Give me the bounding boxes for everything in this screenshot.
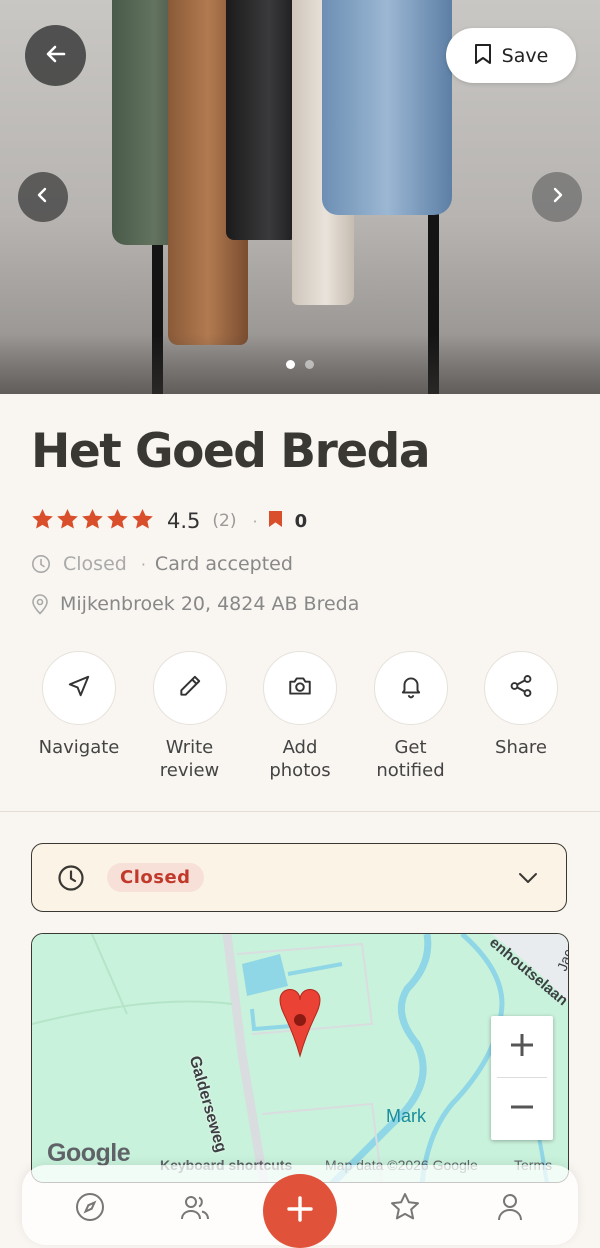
map-view[interactable]: Galderseweg enhoutselaan Jac Mark Google… [31,933,569,1183]
separator-dot: · [252,511,258,531]
add-button[interactable] [263,1174,337,1248]
chevron-right-icon [549,186,565,208]
write-review-button[interactable] [152,651,227,725]
navigate-button[interactable] [42,651,116,725]
minus-icon [509,1094,535,1124]
review-count[interactable]: (2) [212,511,236,531]
star-icon [131,508,154,534]
get-notified-button[interactable] [373,651,448,725]
star-icon [106,508,129,534]
water-label-mark: Mark [386,1106,426,1126]
opening-hours-card[interactable]: Closed [31,843,567,912]
previous-photo-button[interactable] [18,172,68,222]
save-button[interactable]: Save [446,28,576,83]
star-icon [56,508,79,534]
write-review-label: Write review [159,737,220,781]
clock-icon [57,864,85,892]
zoom-controls [491,1016,553,1140]
share-icon [508,673,534,703]
chevron-down-icon[interactable] [518,872,538,884]
zoom-out-button[interactable] [491,1078,553,1140]
section-divider [0,811,600,812]
navigate-arrow-icon [66,673,92,703]
get-notified-action[interactable]: Get notified [356,651,466,782]
star-icon [81,508,104,534]
bottom-navigation [22,1165,578,1248]
pagination-dot-active[interactable] [286,360,295,369]
open-status: Closed [63,553,127,575]
rating-stars [31,508,154,534]
rating-value: 4.5 [167,509,201,533]
location-pin-icon [31,593,49,615]
back-button[interactable] [25,25,86,86]
add-photos-action[interactable]: Add photos [245,651,355,782]
write-review-action[interactable]: Write review [135,651,245,782]
clock-icon [31,554,51,574]
camera-icon [287,673,313,703]
plus-icon [285,1194,315,1228]
saved-count: 0 [294,510,308,532]
share-label: Share [495,737,547,758]
share-button[interactable] [484,651,558,725]
add-photos-label: Add photos [269,737,331,781]
garment-denim-jacket [322,0,452,215]
rating-row: 4.5 (2) · 0 [31,506,307,536]
navigate-label: Navigate [38,737,120,758]
arrow-left-icon [44,42,68,70]
hero-photo[interactable]: Save [0,0,600,394]
payment-info: Card accepted [154,553,293,575]
nav-community[interactable] [178,1192,212,1226]
plus-icon [509,1032,535,1062]
place-title: Het Goed Breda [31,424,431,479]
zoom-divider [497,1077,547,1078]
status-row: Closed · Card accepted [31,553,293,575]
separator-dot: · [140,554,146,574]
hours-status-badge: Closed [107,863,204,892]
address-text: Mijkenbroek 20, 4824 AB Breda [60,593,360,615]
quick-actions: Navigate Write review Add photos Get not… [24,651,576,782]
star-icon [31,508,54,534]
bookmark-filled-icon [268,510,283,532]
share-action[interactable]: Share [466,651,576,782]
bell-icon [398,673,424,703]
nav-profile[interactable] [493,1192,527,1226]
address-row[interactable]: Mijkenbroek 20, 4824 AB Breda [31,593,359,615]
photo-pagination [286,360,314,369]
nav-favorites[interactable] [388,1192,422,1226]
bookmark-icon [474,43,492,69]
save-label: Save [501,44,549,67]
get-notified-label: Get notified [376,737,445,781]
next-photo-button[interactable] [532,172,582,222]
nav-explore[interactable] [73,1192,107,1226]
add-photos-button[interactable] [263,651,337,725]
chevron-left-icon [35,186,51,208]
pencil-icon [177,673,203,703]
zoom-in-button[interactable] [491,1016,553,1078]
pagination-dot[interactable] [305,360,314,369]
navigate-action[interactable]: Navigate [24,651,134,782]
google-logo[interactable]: Google [47,1139,131,1168]
